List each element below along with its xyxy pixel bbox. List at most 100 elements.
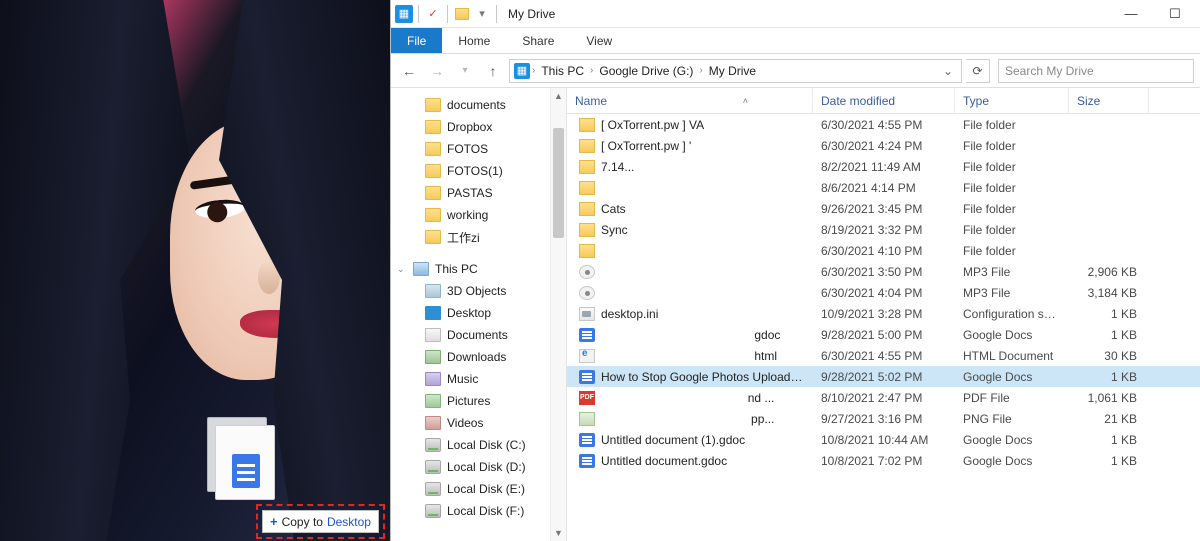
file-row[interactable]: html6/30/2021 4:55 PMHTML Document30 KB bbox=[567, 345, 1200, 366]
file-row[interactable]: Cats9/26/2021 3:45 PMFile folder bbox=[567, 198, 1200, 219]
nav-item[interactable]: ⌄This PC bbox=[391, 258, 566, 280]
file-type: MP3 File bbox=[955, 265, 1069, 279]
search-input[interactable]: Search My Drive bbox=[998, 59, 1194, 83]
nav-item[interactable]: Pictures bbox=[391, 390, 566, 412]
minimize-button[interactable]: — bbox=[1110, 0, 1152, 28]
maximize-button[interactable]: ☐ bbox=[1154, 0, 1196, 28]
folder-icon bbox=[579, 244, 595, 258]
chevron-right-icon[interactable]: › bbox=[532, 65, 535, 76]
nav-item[interactable]: Local Disk (C:) bbox=[391, 434, 566, 456]
nav-item[interactable]: Desktop bbox=[391, 302, 566, 324]
refresh-button[interactable]: ⟳ bbox=[966, 59, 990, 83]
nav-item-label: working bbox=[447, 208, 488, 222]
file-row[interactable]: desktop.ini10/9/2021 3:28 PMConfiguratio… bbox=[567, 303, 1200, 324]
nav-item[interactable]: Videos bbox=[391, 412, 566, 434]
file-name: [ OxTorrent.pw ] VA bbox=[601, 118, 704, 132]
vids-icon bbox=[425, 416, 441, 430]
nav-item[interactable]: FOTOS bbox=[391, 138, 566, 160]
tab-home[interactable]: Home bbox=[442, 28, 506, 53]
file-type: HTML Document bbox=[955, 349, 1069, 363]
file-row[interactable]: Untitled document (1).gdoc10/8/2021 10:4… bbox=[567, 429, 1200, 450]
nav-item[interactable]: PASTAS bbox=[391, 182, 566, 204]
nav-scrollbar[interactable]: ▲ ▼ bbox=[550, 88, 566, 541]
file-row[interactable]: 6/30/2021 4:04 PMMP3 File3,184 KB bbox=[567, 282, 1200, 303]
col-type[interactable]: Type bbox=[955, 88, 1069, 113]
file-row[interactable]: [ OxTorrent.pw ] VA6/30/2021 4:55 PMFile… bbox=[567, 114, 1200, 135]
scroll-up-icon[interactable]: ▲ bbox=[551, 88, 566, 104]
folder-icon bbox=[579, 181, 595, 195]
drag-tip-dest: Desktop bbox=[327, 515, 371, 529]
nav-item-label: Videos bbox=[447, 416, 483, 430]
nav-item[interactable]: Dropbox bbox=[391, 116, 566, 138]
nav-item[interactable]: documents bbox=[391, 94, 566, 116]
nav-item[interactable]: Music bbox=[391, 368, 566, 390]
file-name: gdoc bbox=[601, 328, 780, 342]
file-name: pp... bbox=[601, 412, 774, 426]
file-row[interactable]: How to Stop Google Photos Upload and ...… bbox=[567, 366, 1200, 387]
file-type: Google Docs bbox=[955, 328, 1069, 342]
expand-icon[interactable]: ⌄ bbox=[397, 264, 405, 275]
obj-icon bbox=[425, 284, 441, 298]
gdoc-icon bbox=[579, 370, 595, 384]
nav-item[interactable]: Local Disk (D:) bbox=[391, 456, 566, 478]
tab-file[interactable]: File bbox=[391, 28, 442, 53]
address-bar[interactable]: ▦ › This PC › Google Drive (G:) › My Dri… bbox=[509, 59, 962, 83]
file-row[interactable]: Untitled document.gdoc10/8/2021 7:02 PMG… bbox=[567, 450, 1200, 471]
file-date: 6/30/2021 4:24 PM bbox=[813, 139, 955, 153]
tab-share[interactable]: Share bbox=[506, 28, 570, 53]
file-size: 3,184 KB bbox=[1069, 286, 1145, 300]
file-row[interactable]: pp...9/27/2021 3:16 PMPNG File21 KB bbox=[567, 408, 1200, 429]
nav-item[interactable]: working bbox=[391, 204, 566, 226]
nav-item[interactable]: Local Disk (E:) bbox=[391, 478, 566, 500]
address-dropdown-icon[interactable]: ⌄ bbox=[939, 64, 957, 78]
chevron-right-icon[interactable]: › bbox=[590, 65, 593, 76]
tab-view[interactable]: View bbox=[570, 28, 628, 53]
col-size[interactable]: Size bbox=[1069, 88, 1149, 113]
nav-item[interactable]: 3D Objects bbox=[391, 280, 566, 302]
file-row[interactable]: 6/30/2021 4:10 PMFile folder bbox=[567, 240, 1200, 261]
scroll-thumb[interactable] bbox=[553, 128, 564, 238]
recent-button[interactable]: ▾ bbox=[453, 59, 477, 83]
chevron-right-icon[interactable]: › bbox=[699, 65, 702, 76]
navigation-pane[interactable]: documents DropboxFOTOSFOTOS(1)PASTAS worki… bbox=[391, 88, 567, 541]
file-row[interactable]: Sync8/19/2021 3:32 PMFile folder bbox=[567, 219, 1200, 240]
nav-item-label: documents bbox=[447, 98, 506, 112]
file-date: 6/30/2021 4:55 PM bbox=[813, 349, 955, 363]
file-row[interactable]: 6/30/2021 3:50 PMMP3 File2,906 KB bbox=[567, 261, 1200, 282]
mp3-icon bbox=[579, 265, 595, 279]
qat-check-icon[interactable]: ✓ bbox=[424, 5, 442, 23]
breadcrumb-thispc[interactable]: This PC bbox=[537, 64, 588, 78]
file-row[interactable]: gdoc9/28/2021 5:00 PMGoogle Docs1 KB bbox=[567, 324, 1200, 345]
titlebar[interactable]: ▦ ✓ ▾ My Drive — ☐ bbox=[391, 0, 1200, 28]
file-date: 9/28/2021 5:02 PM bbox=[813, 370, 955, 384]
file-row[interactable]: PDF nd ...8/10/2021 2:47 PMPDF File1,061… bbox=[567, 387, 1200, 408]
col-date[interactable]: Date modified bbox=[813, 88, 955, 113]
nav-item[interactable]: Documents bbox=[391, 324, 566, 346]
nav-item-label: Desktop bbox=[447, 306, 491, 320]
desktop-wallpaper[interactable]: + Copy to Desktop bbox=[0, 0, 390, 541]
window-title: My Drive bbox=[508, 7, 555, 21]
file-row[interactable]: 7.14⁯...⁯8/2/2021 11:49 AMFile folder bbox=[567, 156, 1200, 177]
nav-item[interactable]: Local Disk (F:) bbox=[391, 500, 566, 522]
nav-item[interactable]: Downloads bbox=[391, 346, 566, 368]
qat-dropdown-icon[interactable]: ▾ bbox=[473, 5, 491, 23]
breadcrumb-gdrive[interactable]: Google Drive (G:) bbox=[595, 64, 697, 78]
scroll-down-icon[interactable]: ▼ bbox=[551, 525, 566, 541]
file-date: 8/2/2021 11:49 AM bbox=[813, 160, 955, 174]
file-type: File folder bbox=[955, 202, 1069, 216]
qat-folder-icon[interactable] bbox=[453, 5, 471, 23]
breadcrumb-mydrive[interactable]: My Drive bbox=[705, 64, 760, 78]
nav-item[interactable]: 工作zi bbox=[391, 226, 566, 248]
folder-icon bbox=[579, 160, 595, 174]
gdoc-icon bbox=[579, 328, 595, 342]
file-list[interactable]: Name ˄ Date modified Type Size [ OxTorre… bbox=[567, 88, 1200, 541]
forward-button[interactable]: → bbox=[425, 59, 449, 83]
col-name[interactable]: Name ˄ bbox=[567, 88, 813, 113]
file-name: html bbox=[601, 349, 777, 363]
file-type: File folder bbox=[955, 223, 1069, 237]
back-button[interactable]: ← bbox=[397, 59, 421, 83]
nav-item[interactable]: FOTOS(1) bbox=[391, 160, 566, 182]
up-button[interactable]: ↑ bbox=[481, 59, 505, 83]
file-row[interactable]: [ OxTorrent.pw ] '6/30/2021 4:24 PMFile … bbox=[567, 135, 1200, 156]
file-row[interactable]: 8/6/2021 4:14 PMFile folder bbox=[567, 177, 1200, 198]
